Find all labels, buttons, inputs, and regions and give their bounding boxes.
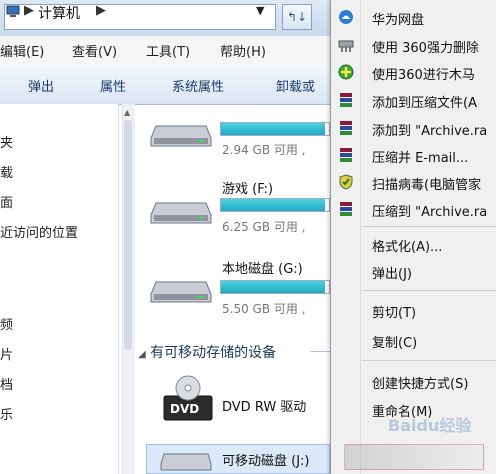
nav-item[interactable]: 面 [0,192,13,211]
antivirus-shield-icon [339,174,353,190]
menu-separator [362,360,496,361]
menu-separator [362,290,496,291]
drive-name-local-disk[interactable]: 本地磁盘 (G:) [222,258,303,277]
drive-usage-fill [221,281,325,293]
eject-button[interactable]: 弹出 [28,76,54,95]
watermark-box [344,444,484,470]
menu-item-format[interactable]: 格式化(A)... [372,236,496,255]
scrollbar-thumb[interactable] [124,120,132,350]
drive-usage-fill [221,199,325,211]
breadcrumb-arrow-icon[interactable]: ▶ [96,3,106,18]
hard-drive-icon [150,281,212,303]
menu-item-eject[interactable]: 弹出(J) [372,263,496,282]
menu-separator [362,226,496,227]
properties-button[interactable]: 属性 [100,76,126,95]
menu-item-compress-to-rar[interactable]: 压缩到 "Archive.ra [372,201,496,220]
nav-item[interactable]: 载 [0,162,13,181]
winrar-icon [340,202,352,216]
collapse-arrow-icon[interactable]: ◢ [138,349,146,360]
winrar-icon [340,121,352,135]
drive-name-games[interactable]: 游戏 (F:) [222,178,273,197]
svg-text:DVD: DVD [170,402,199,416]
address-dropdown-icon[interactable]: ▼ [256,4,264,17]
winrar-icon [340,148,352,162]
computer-icon [6,5,20,17]
huawei-cloud-icon [339,10,353,24]
nav-item-pictures[interactable]: 片 [0,344,13,363]
menu-item-copy[interactable]: 复制(C) [372,332,496,351]
menu-edit[interactable]: 编辑(E) [0,41,44,60]
dvd-drive-icon: DVD [163,375,213,421]
drive-usage-bar [220,198,330,212]
menu-help[interactable]: 帮助(H) [220,41,266,60]
watermark-logo: Baidu经验 [388,416,472,435]
uninstall-button[interactable]: 卸载或 [276,76,315,95]
breadcrumb-arrow-icon[interactable]: ▶ [24,3,34,18]
menu-item-360-shred[interactable]: 使用 360强力删除 [372,37,496,56]
360-shield-icon [338,64,354,80]
drive-usage-bar [220,280,330,294]
menu-view[interactable]: 查看(V) [72,41,117,60]
nav-item[interactable]: 夹 [0,132,13,151]
group-title: 有可移动存储的设备 [150,345,277,361]
menu-item-create-shortcut[interactable]: 创建快捷方式(S) [372,373,496,392]
group-divider [310,351,330,352]
dvd-drive-name[interactable]: DVD RW 驱动 [222,396,306,415]
nav-item-music[interactable]: 乐 [0,404,13,423]
removable-storage-group-header[interactable]: ◢ 有可移动存储的设备 [138,342,276,362]
scroll-up-icon[interactable]: ▲ [124,108,130,117]
usb-drive-icon [160,453,212,471]
menu-tools[interactable]: 工具(T) [146,41,190,60]
nav-item-videos[interactable]: 频 [0,314,13,333]
drive-free-space: 6.25 GB 可用 , [222,220,306,234]
drive-free-space: 2.94 GB 可用 , [222,143,306,157]
refresh-button[interactable]: ↰↓ [282,4,312,30]
hard-drive-icon [150,202,212,224]
context-menu-icon-gutter [360,0,361,474]
drive-free-space: 5.50 GB 可用 , [222,302,306,316]
menu-item-compress-email[interactable]: 压缩并 E-mail... [372,147,496,166]
menu-item-add-to-archive-rar[interactable]: 添加到 "Archive.ra [372,120,496,139]
winrar-icon [340,93,352,107]
menu-item-cut[interactable]: 剪切(T) [372,302,496,321]
shredder-icon [338,40,354,52]
nav-item-recent-places[interactable]: 近访问的位置 [0,222,78,241]
menu-item-virus-scan[interactable]: 扫描病毒(电脑管家 [372,174,496,193]
nav-item-documents[interactable]: 档 [0,374,13,393]
menu-item-huawei-cloud[interactable]: 华为网盘 [372,9,496,28]
drive-usage-bar [220,122,330,136]
hard-drive-icon [150,125,212,147]
navigation-pane [0,104,119,474]
menu-item-360-trojan-scan[interactable]: 使用360进行木马 [372,64,496,83]
drive-usage-fill [221,123,325,135]
menu-item-add-to-archive[interactable]: 添加到压缩文件(A [372,92,496,111]
removable-disk-name[interactable]: 可移动磁盘 (J:) [222,450,310,469]
system-properties-button[interactable]: 系统属性 [172,76,224,95]
breadcrumb-computer[interactable]: 计算机 [38,3,80,23]
